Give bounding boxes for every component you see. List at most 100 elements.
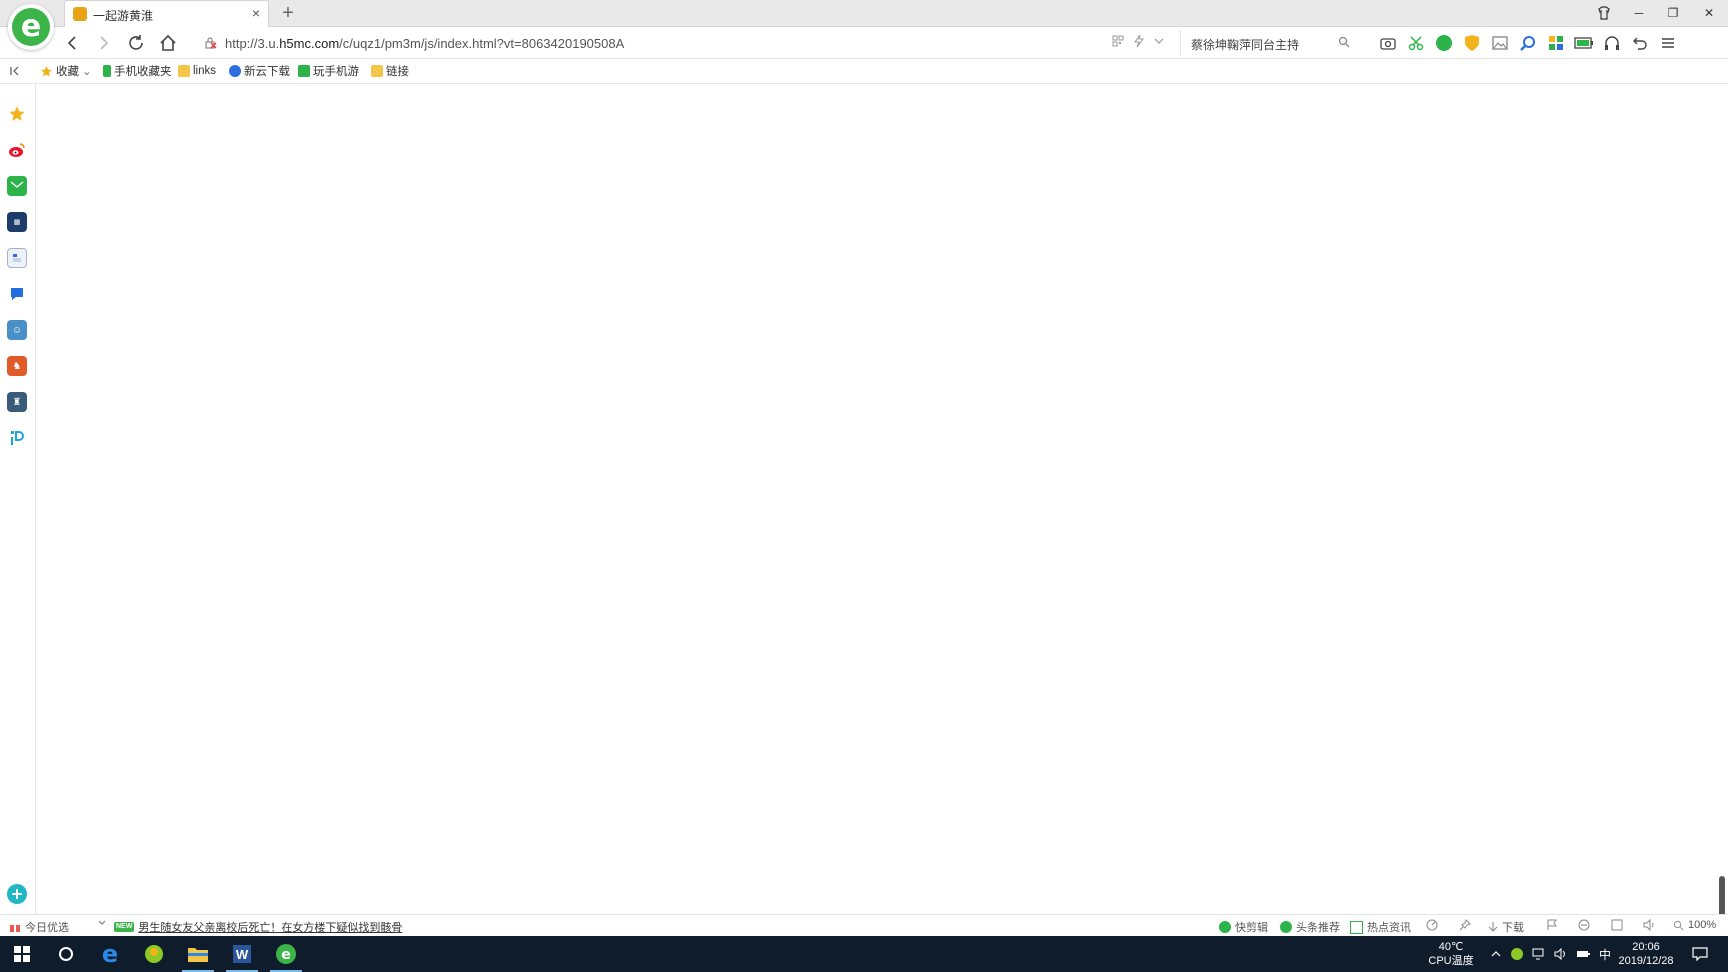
toutiao-link[interactable]: 头条推荐 xyxy=(1280,919,1340,935)
clock[interactable]: 20:06 2019/12/28 xyxy=(1614,940,1678,968)
sidebar-mail-icon[interactable] xyxy=(7,176,27,196)
address-url: http://3.u.h5mc.com/c/uqz1/pm3m/js/index… xyxy=(225,36,625,51)
search-icon[interactable] xyxy=(1338,36,1350,48)
menu-icon[interactable] xyxy=(1658,33,1678,53)
taskbar: e W e 40℃ CPU温度 中 20:06 2019/12/28 xyxy=(0,936,1728,972)
play-icon xyxy=(1219,921,1231,933)
refresh-button[interactable] xyxy=(124,31,148,55)
sidebar-game-3-icon[interactable]: ♜ xyxy=(7,392,27,412)
shield-icon[interactable] xyxy=(1462,33,1482,53)
download-icon xyxy=(1488,922,1498,932)
game-icon xyxy=(298,65,310,77)
sidebar-chat-icon[interactable] xyxy=(7,284,27,304)
forward-button[interactable] xyxy=(92,31,116,55)
tab-active[interactable]: 一起游黄淮 × xyxy=(64,0,269,27)
sidebar-game-2-icon[interactable]: ♞ xyxy=(7,356,27,376)
bookmark-play-mobile[interactable]: 玩手机游 xyxy=(298,63,359,79)
volume-icon[interactable] xyxy=(1643,919,1655,931)
tab-close-icon[interactable]: × xyxy=(252,5,260,21)
today-picks[interactable]: 今日优选 xyxy=(9,919,69,935)
sidebar-news-app-icon[interactable]: ▦ xyxy=(7,212,27,232)
close-window-button[interactable]: ✕ xyxy=(1692,0,1726,26)
network-icon[interactable] xyxy=(1528,936,1550,972)
taskbar-green-app[interactable] xyxy=(132,936,176,972)
taskbar-file-explorer[interactable] xyxy=(176,936,220,972)
image-icon[interactable] xyxy=(1490,33,1510,53)
taskbar-browser[interactable]: e xyxy=(264,936,308,972)
news-icon xyxy=(1350,920,1363,934)
star-icon xyxy=(41,65,52,76)
window-icon[interactable] xyxy=(1611,919,1623,931)
svg-text:W: W xyxy=(236,947,249,962)
zoom-icon xyxy=(1673,920,1684,930)
bookmark-mobile-favorites[interactable]: 手机收藏夹 xyxy=(103,63,172,79)
cleanup-icon[interactable] xyxy=(1578,919,1590,931)
back-button[interactable] xyxy=(60,31,84,55)
pin-icon[interactable] xyxy=(1459,919,1471,931)
svg-text:e: e xyxy=(281,947,291,963)
page-content[interactable] xyxy=(36,84,1728,914)
headphones-icon[interactable] xyxy=(1602,33,1622,53)
download-button[interactable]: 下载 xyxy=(1488,919,1524,935)
folder-icon xyxy=(188,948,208,962)
browser-logo[interactable]: e xyxy=(8,4,54,50)
kuaijianji-link[interactable]: 快剪辑 xyxy=(1219,919,1268,935)
hot-news-link[interactable]: 热点资讯 xyxy=(1350,919,1411,935)
tab-favicon-icon xyxy=(73,7,87,21)
new-badge: NEW xyxy=(114,922,135,932)
qr-code-icon[interactable] xyxy=(1112,35,1124,51)
new-tab-button[interactable]: + xyxy=(278,2,298,24)
minimize-button[interactable]: ─ xyxy=(1622,0,1656,26)
sidebar-document-icon[interactable] xyxy=(7,248,27,268)
battery-icon[interactable] xyxy=(1572,936,1594,972)
cortana-button[interactable] xyxy=(44,936,88,972)
flag-icon[interactable] xyxy=(1546,919,1558,931)
address-bar[interactable]: http://3.u.h5mc.com/c/uqz1/pm3m/js/index… xyxy=(200,30,1110,56)
chevron-down-icon[interactable] xyxy=(98,919,106,927)
sidebar-favorites-star-icon[interactable] xyxy=(7,104,27,124)
word-icon: W xyxy=(233,945,251,963)
news-headline[interactable]: NEW 男生随女友父亲离校后死亡！在女方楼下疑似找到骸骨 xyxy=(114,919,402,935)
start-button[interactable] xyxy=(0,936,44,972)
bookmark-xinyun-download[interactable]: 新云下载 xyxy=(229,63,290,79)
restore-button[interactable]: ❐ xyxy=(1656,0,1690,26)
search-box[interactable]: 蔡徐坤鞠萍同台主持 xyxy=(1180,30,1356,56)
sidebar-weibo-icon[interactable] xyxy=(7,140,27,160)
bookmarks-bar: 收藏 ⌄ 手机收藏夹 links 新云下载 玩手机游 链接 xyxy=(0,59,1728,84)
bookmark-favorites[interactable]: 收藏 ⌄ xyxy=(40,63,92,79)
sidebar: ▦ ☺ ♞ ♜ xyxy=(0,84,36,914)
cpu-temperature[interactable]: 40℃ CPU温度 xyxy=(1428,940,1474,968)
chevron-down-icon[interactable] xyxy=(1154,35,1164,51)
home-button[interactable] xyxy=(156,31,180,55)
speed-icon[interactable] xyxy=(1426,919,1438,931)
show-hidden-icons-chevron-icon[interactable] xyxy=(1484,936,1508,972)
tray-360-icon[interactable] xyxy=(1506,936,1528,972)
apps-grid-icon[interactable] xyxy=(1546,33,1566,53)
sidebar-add-icon[interactable] xyxy=(7,884,27,904)
play-icon xyxy=(1280,921,1292,933)
bookmark-links[interactable]: links xyxy=(178,63,216,79)
taskbar-edge-app[interactable]: e xyxy=(88,936,132,972)
green-circle-icon[interactable] xyxy=(1434,33,1454,53)
action-center-icon[interactable] xyxy=(1684,936,1716,972)
windows-logo-icon xyxy=(14,946,30,962)
taskbar-word[interactable]: W xyxy=(220,936,264,972)
refresh-icon xyxy=(129,35,143,50)
undo-icon[interactable] xyxy=(1630,33,1650,53)
collapse-sidebar-icon[interactable] xyxy=(10,63,20,79)
navigation-bar: http://3.u.h5mc.com/c/uqz1/pm3m/js/index… xyxy=(0,27,1728,59)
scissors-icon[interactable] xyxy=(1406,33,1426,53)
skin-icon[interactable] xyxy=(1587,0,1621,26)
ime-indicator[interactable]: 中 xyxy=(1594,936,1616,972)
sidebar-p-app-icon[interactable] xyxy=(7,428,27,448)
screenshot-icon[interactable] xyxy=(1378,33,1398,53)
bookmark-links-cn[interactable]: 链接 xyxy=(371,63,409,79)
magnifier-icon[interactable] xyxy=(1518,33,1538,53)
not-secure-icon xyxy=(205,37,217,49)
volume-icon[interactable] xyxy=(1550,936,1572,972)
gift-icon xyxy=(10,923,20,932)
zoom-control[interactable]: 100% xyxy=(1673,919,1716,931)
lightning-mode-icon[interactable] xyxy=(1134,34,1144,51)
battery-icon[interactable] xyxy=(1574,33,1594,53)
sidebar-game-1-icon[interactable]: ☺ xyxy=(7,320,27,340)
